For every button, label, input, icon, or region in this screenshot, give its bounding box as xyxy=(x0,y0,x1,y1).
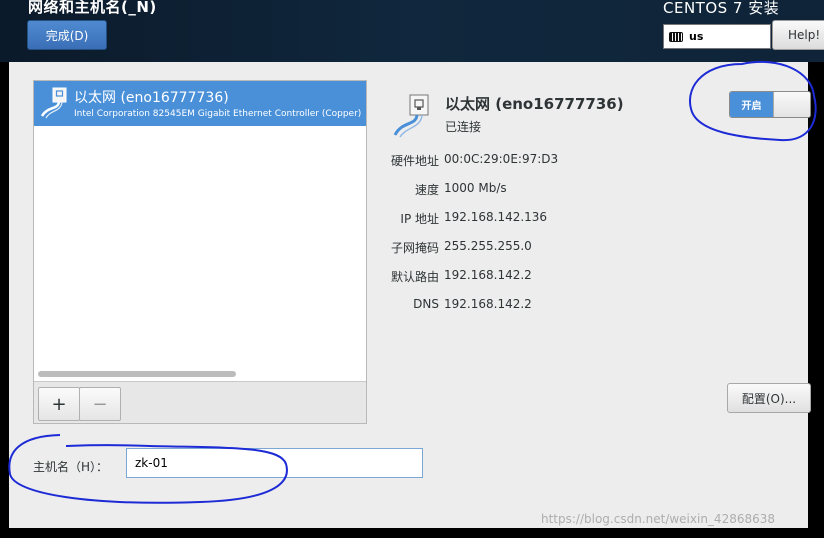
info-row-hardware-address: 硬件地址 00:0C:29:0E:97:D3 xyxy=(369,152,669,170)
watermark: https://blog.csdn.net/weixin_42868638 xyxy=(541,512,776,526)
help-button[interactable]: Help! xyxy=(772,20,824,50)
keyboard-layout-indicator[interactable]: us xyxy=(663,24,771,49)
connection-toggle[interactable]: 开启 xyxy=(729,91,811,118)
info-label: 默认路由 xyxy=(390,270,439,284)
main-content: 以太网 (eno16777736) Intel Corporation 8254… xyxy=(9,62,811,528)
connection-status: 已连接 xyxy=(445,120,482,134)
info-row-subnet-mask: 子网掩码 255.255.255.0 xyxy=(369,239,669,257)
info-label: 硬件地址 xyxy=(390,154,439,168)
remove-device-button[interactable]: − xyxy=(79,387,121,421)
list-item-name: 以太网 (eno16777736) xyxy=(74,90,229,106)
keyboard-icon xyxy=(669,31,683,42)
hostname-label: 主机名（H）： xyxy=(33,460,109,474)
page-title: 网络和主机名(_N) xyxy=(28,0,157,16)
ethernet-cable-icon xyxy=(393,94,429,138)
info-label: 子网掩码 xyxy=(390,241,439,255)
info-label: DNS xyxy=(413,297,439,311)
configure-button[interactable]: 配置(O)... xyxy=(727,383,811,413)
info-value: 192.168.142.2 xyxy=(444,268,532,282)
install-title: CENTOS 7 安装 xyxy=(663,0,780,17)
info-value: 192.168.142.136 xyxy=(444,210,548,224)
list-item-description: Intel Corporation 82545EM Gigabit Ethern… xyxy=(74,109,362,119)
top-header-bar: 网络和主机名(_N) 完成(D) CENTOS 7 安装 us Help! xyxy=(0,0,824,62)
toggle-knob[interactable] xyxy=(773,92,810,117)
info-row-default-route: 默认路由 192.168.142.2 xyxy=(369,268,669,286)
keyboard-layout-label: us xyxy=(689,30,704,43)
info-label: 速度 xyxy=(414,183,439,197)
info-row-dns: DNS 192.168.142.2 xyxy=(369,297,669,315)
device-name: 以太网 (eno16777736) xyxy=(445,95,624,113)
info-label: IP 地址 xyxy=(400,212,439,226)
done-button[interactable]: 完成(D) xyxy=(27,20,107,50)
hostname-input[interactable] xyxy=(126,448,423,478)
add-device-button[interactable]: + xyxy=(38,387,80,421)
list-item[interactable]: 以太网 (eno16777736) Intel Corporation 8254… xyxy=(34,81,366,126)
list-toolbar: + − xyxy=(34,381,366,423)
info-value: 192.168.142.2 xyxy=(444,297,532,311)
toggle-on-label: 开启 xyxy=(730,92,773,117)
info-row-speed: 速度 1000 Mb/s xyxy=(369,181,669,199)
horizontal-scrollbar[interactable] xyxy=(38,371,236,377)
info-value: 255.255.255.0 xyxy=(444,239,532,253)
network-device-list: 以太网 (eno16777736) Intel Corporation 8254… xyxy=(33,80,367,424)
info-value: 00:0C:29:0E:97:D3 xyxy=(444,152,559,166)
info-row-ip-address: IP 地址 192.168.142.136 xyxy=(369,210,669,228)
ethernet-cable-icon xyxy=(40,87,67,119)
info-value: 1000 Mb/s xyxy=(444,181,507,195)
